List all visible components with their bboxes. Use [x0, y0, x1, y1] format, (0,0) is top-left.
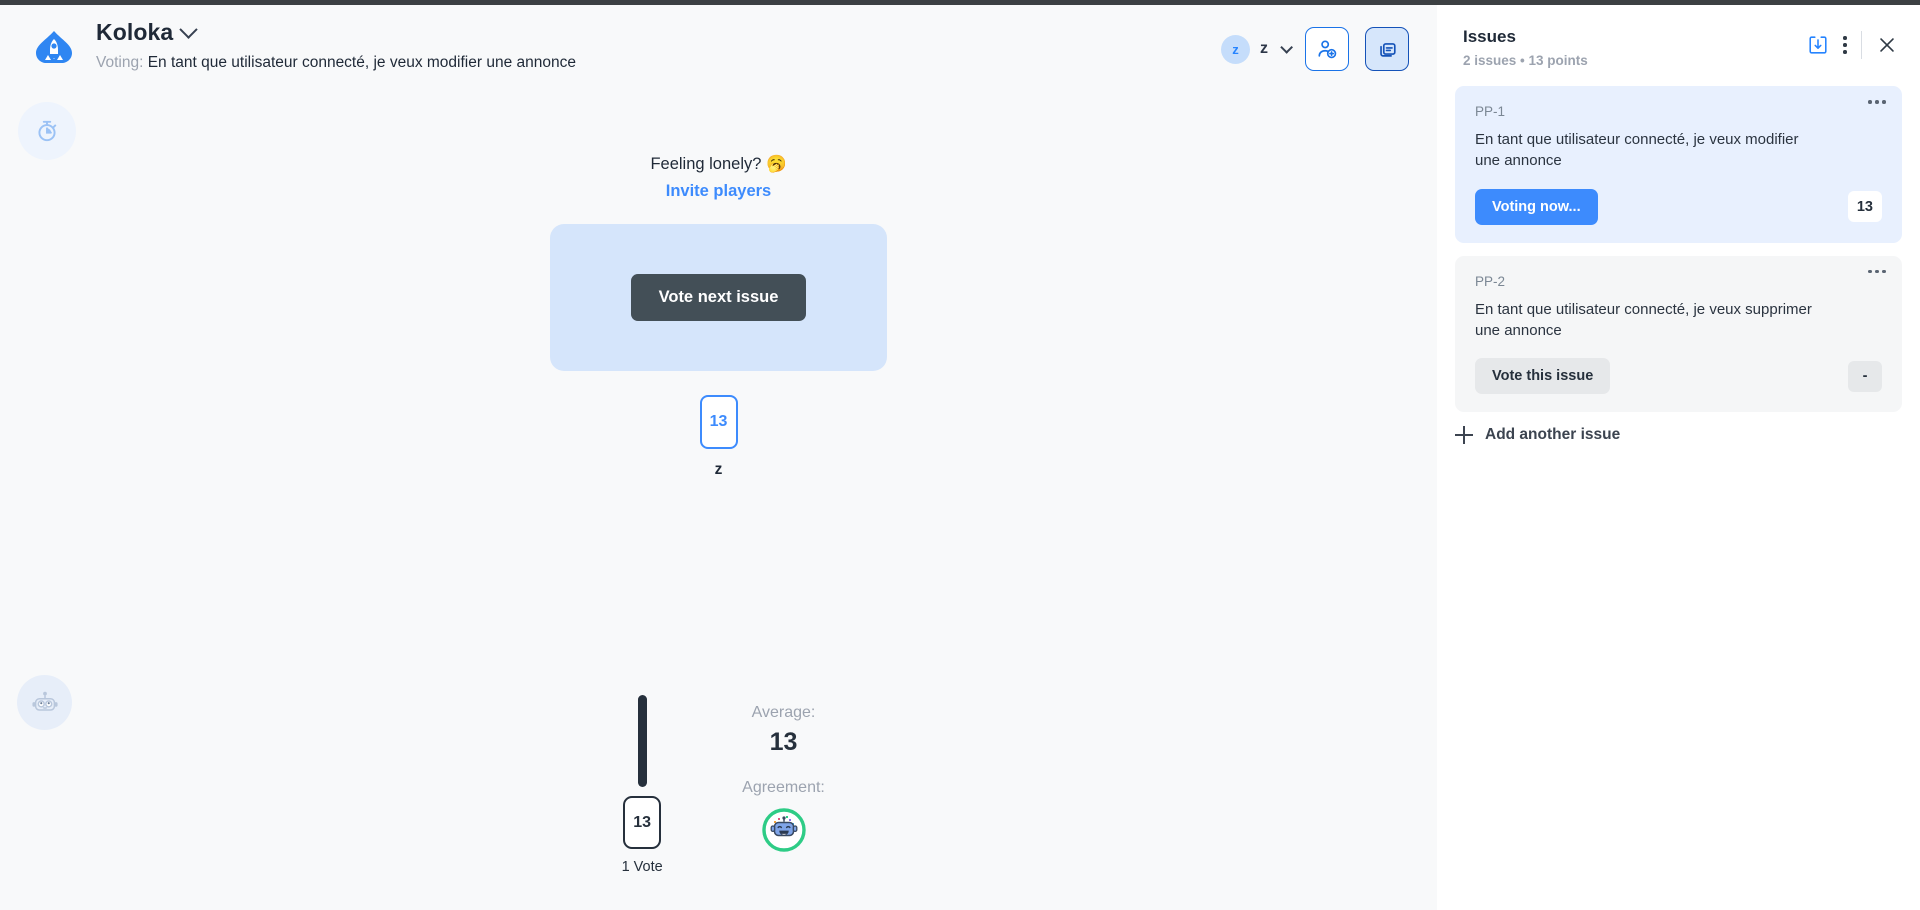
tally-card-value: 13 [623, 796, 662, 849]
import-issues-button[interactable] [1807, 34, 1829, 56]
user-menu[interactable]: z z [1221, 34, 1293, 64]
issue-footer: Voting now... 13 [1475, 188, 1882, 225]
app-header: Koloka Voting: En tant que utilisateur c… [0, 5, 1437, 93]
add-another-issue-button[interactable]: Add another issue [1437, 426, 1920, 445]
timer-button[interactable] [18, 102, 76, 160]
main-area: Koloka Voting: En tant que utilisateur c… [0, 5, 1437, 910]
chevron-down-icon [179, 20, 198, 39]
import-issues-icon [1809, 36, 1827, 54]
room-title-block: Koloka Voting: En tant que utilisateur c… [96, 19, 576, 72]
vote-tally: 13 1 Vote [612, 695, 672, 875]
agreement-label: Agreement: [742, 779, 825, 796]
kebab-dot [1868, 100, 1872, 104]
issue-card-menu-button[interactable] [1868, 269, 1886, 274]
avatar: z [1221, 34, 1250, 64]
player-vote-card[interactable]: 13 [699, 395, 738, 449]
average-value: 13 [769, 728, 798, 756]
issue-card-menu-button[interactable] [1868, 100, 1886, 104]
voting-status: Voting: En tant que utilisateur connecté… [96, 54, 576, 72]
issue-card-pp-1[interactable]: PP-1 En tant que utilisateur connecté, j… [1455, 86, 1902, 243]
app-root: Koloka Voting: En tant que utilisateur c… [0, 0, 1920, 910]
issue-list: PP-1 En tant que utilisateur connecté, j… [1437, 86, 1920, 413]
tally-vote-count: 1 Vote [621, 859, 663, 875]
player-name: z [714, 461, 723, 478]
voting-center: Feeling lonely? 🥱 Invite players Vote ne… [0, 155, 1437, 479]
issue-card-pp-2[interactable]: PP-2 En tant que utilisateur connecté, j… [1455, 255, 1902, 413]
chevron-down-icon [1280, 40, 1293, 54]
vote-panel: Vote next issue [550, 224, 887, 371]
stopwatch-icon [38, 120, 57, 142]
header-actions: z z [1221, 27, 1409, 71]
invite-players-link[interactable]: Invite players [666, 182, 771, 201]
issues-panel-actions [1807, 31, 1898, 59]
issues-panel-toggle-button[interactable] [1365, 27, 1409, 71]
voting-status-issue: En tant que utilisateur connecté, je veu… [147, 54, 576, 71]
kebab-dot [1882, 269, 1886, 274]
issue-voting-now-button[interactable]: Voting now... [1475, 188, 1598, 225]
robot-party-icon [761, 807, 807, 853]
tally-bar [637, 695, 647, 787]
issue-key: PP-1 [1475, 104, 1506, 119]
vote-next-issue-button[interactable]: Vote next issue [630, 274, 807, 321]
player-seat: 13 z [699, 395, 738, 479]
results-summary: 13 1 Vote Average: 13 Agreement: [0, 695, 1437, 875]
issue-text: En tant que utilisateur connecté, je veu… [1475, 131, 1799, 170]
lonely-text: Feeling lonely? 🥱 [650, 155, 787, 173]
cards-stack-icon [1380, 43, 1396, 57]
add-person-icon [1318, 40, 1337, 59]
rocket-spade-logo [32, 27, 76, 71]
kebab-dot [1843, 43, 1847, 47]
issues-panel-more-button[interactable] [1843, 36, 1847, 54]
issue-text: En tant que utilisateur connecté, je veu… [1475, 300, 1812, 339]
issues-panel: Issues 2 issues • 13 points PP-1 En tant… [1437, 5, 1920, 910]
plus-icon [1455, 426, 1473, 445]
invite-players-button[interactable] [1305, 27, 1349, 71]
kebab-dot [1882, 100, 1886, 104]
user-name: z [1260, 40, 1268, 57]
close-icon [1880, 38, 1894, 52]
issue-key: PP-2 [1475, 273, 1506, 289]
room-dropdown[interactable]: Koloka [96, 19, 576, 46]
issue-points-badge[interactable]: 13 [1847, 191, 1882, 223]
kebab-dot [1843, 36, 1847, 40]
add-issue-label: Add another issue [1485, 426, 1621, 444]
issues-panel-header: Issues 2 issues • 13 points [1437, 5, 1920, 68]
kebab-dot [1875, 100, 1879, 104]
divider [1861, 31, 1862, 59]
issue-footer: Vote this issue - [1475, 358, 1882, 395]
kebab-dot [1875, 269, 1879, 274]
voting-status-label: Voting: [96, 54, 144, 71]
kebab-dot [1868, 269, 1872, 274]
kebab-dot [1843, 50, 1847, 54]
average-label: Average: [751, 704, 816, 721]
page-title: Koloka [96, 19, 174, 45]
issue-points-badge[interactable]: - [1848, 360, 1882, 392]
close-panel-button[interactable] [1876, 34, 1898, 56]
stats-block: Average: 13 Agreement: [742, 695, 825, 853]
issue-vote-this-button[interactable]: Vote this issue [1475, 358, 1611, 395]
